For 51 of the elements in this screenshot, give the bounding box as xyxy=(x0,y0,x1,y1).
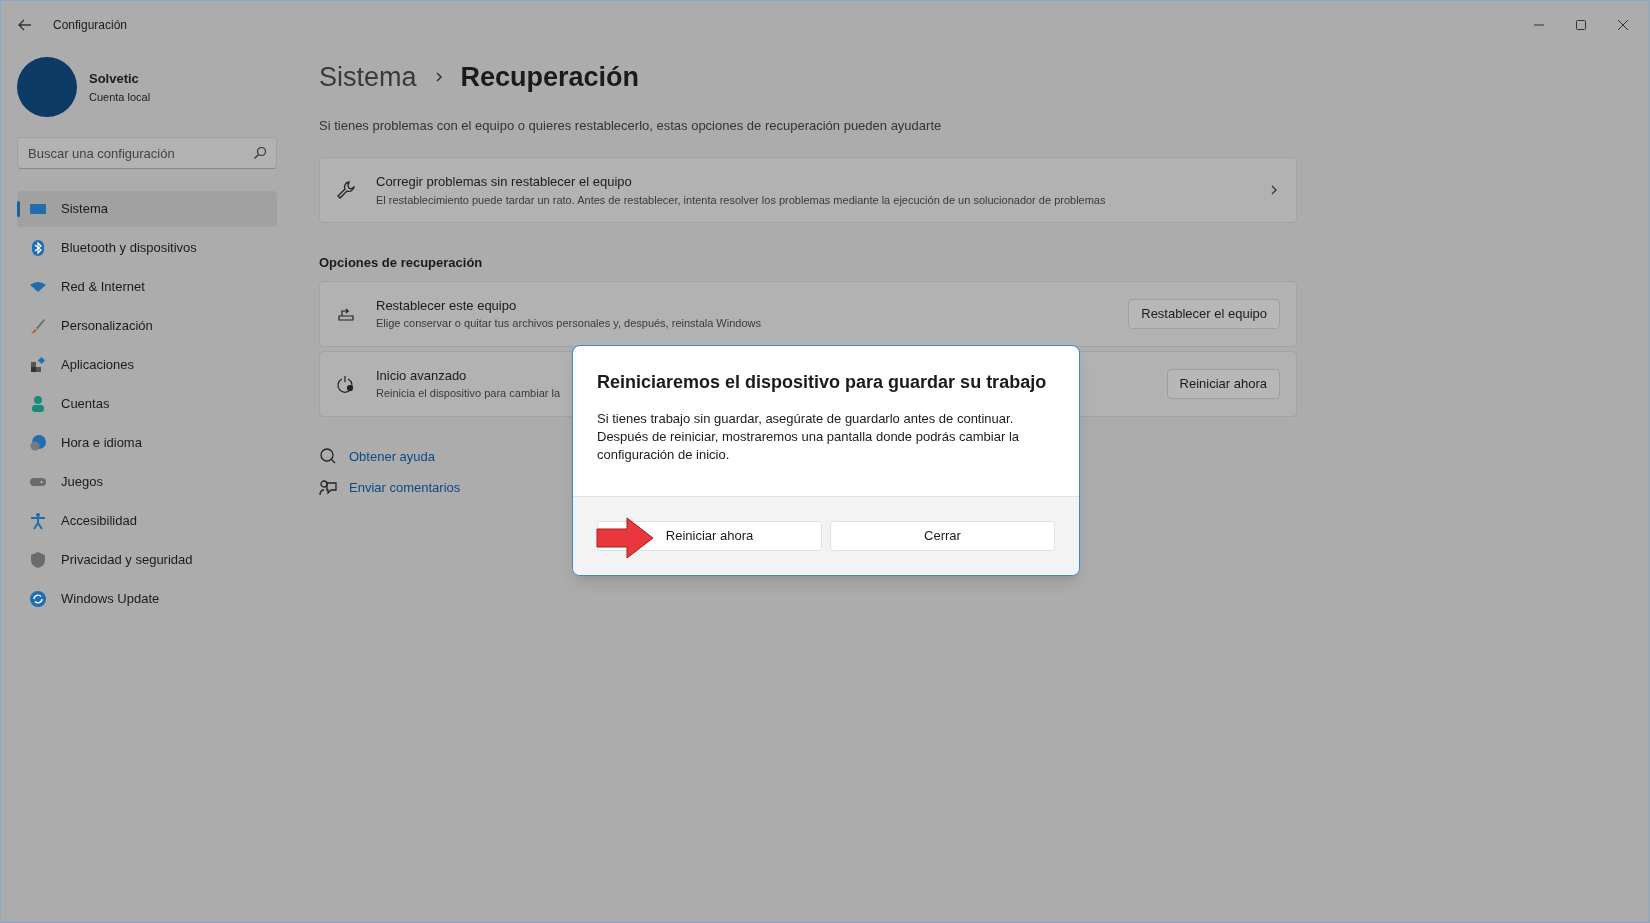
window-title: Configuración xyxy=(53,17,128,34)
bluetooth-icon xyxy=(29,239,47,257)
sidebar-item[interactable]: Juegos xyxy=(17,464,277,500)
option-subtitle: Reinicia el dispositivo para cambiar la xyxy=(376,386,561,401)
help-link[interactable]: Enviar comentarios xyxy=(349,478,461,498)
sidebar-item[interactable]: Hora e idioma xyxy=(17,425,277,461)
sidebar-item[interactable]: Bluetooth y dispositivos xyxy=(17,230,277,266)
help-link[interactable]: Obtener ayuda xyxy=(349,446,435,466)
account-type: Cuenta local xyxy=(89,89,151,105)
section-title: Opciones de recuperación xyxy=(319,254,484,272)
maximize-icon[interactable] xyxy=(1575,19,1587,31)
person-icon xyxy=(29,395,47,413)
search-icon xyxy=(253,146,267,160)
card-title: Corregir problemas sin restablecer el equipo xyxy=(376,173,633,191)
account-name: Solvetic xyxy=(89,70,140,88)
sidebar-item[interactable]: Accesibilidad xyxy=(17,503,277,539)
dialog-body: Si tienes trabajo sin guardar, asegúrate de guardarlo antes de continuar. Después de reiniciar, mostraremos una pantalla donde podrás cambiar la configuración de inicio. xyxy=(597,410,1020,464)
shield-icon xyxy=(29,551,47,569)
globe-clock-icon xyxy=(29,434,47,452)
fix-problems-card[interactable]: Corregir problemas sin restablecer el equipo El restablecimiento puede tardar un rato. Antes de restablecer, intenta resolver los problemas mediante la ejecución de un solucionador de problemas xyxy=(319,157,1297,223)
option-subtitle: Elige conservar o quitar tus archivos personales y, después, reinstala Windows xyxy=(376,316,761,331)
close-icon[interactable] xyxy=(1617,19,1629,31)
power-gear-icon xyxy=(336,373,356,394)
feedback-icon xyxy=(319,478,337,497)
help-icon xyxy=(319,447,337,466)
page-description: Si tienes problemas con el equipo o quieres restablecerlo, estas opciones de recuperación pueden ayudarte xyxy=(319,116,943,135)
page-title: Recuperación xyxy=(460,61,640,94)
sidebar-item[interactable]: Cuentas xyxy=(17,386,277,422)
sidebar-item[interactable]: Sistema xyxy=(17,191,277,227)
option-title: Inicio avanzado xyxy=(376,366,467,385)
dialog-title: Reiniciaremos el dispositivo para guardar su trabajo xyxy=(597,371,1048,394)
brush-icon xyxy=(29,317,47,335)
wrench-icon xyxy=(336,180,356,200)
option-button[interactable]: Reiniciar ahora xyxy=(1166,368,1280,399)
apps-icon xyxy=(29,356,47,374)
update-icon xyxy=(29,590,47,608)
sidebar-item[interactable]: Red & Internet xyxy=(17,269,277,305)
sidebar-item[interactable]: Windows Update xyxy=(17,581,277,617)
sidebar-item[interactable]: Privacidad y seguridad xyxy=(17,542,277,578)
avatar xyxy=(17,57,77,117)
dialog-button[interactable]: Cerrar xyxy=(830,521,1055,551)
option-button[interactable]: Restablecer el equipo xyxy=(1128,298,1280,329)
sidebar-item[interactable]: Personalización xyxy=(17,308,277,344)
back-icon[interactable] xyxy=(17,17,33,33)
arrow-annotation-icon xyxy=(596,516,654,560)
sidebar-item[interactable]: Aplicaciones xyxy=(17,347,277,383)
option-title: Restablecer este equipo xyxy=(376,296,517,315)
search-field[interactable]: Buscar una configuración xyxy=(17,137,277,169)
accessibility-icon xyxy=(29,512,47,530)
card-subtitle: El restablecimiento puede tardar un rato. Antes de restablecer, intenta resolver los problemas mediante la ejecución de un solucionador de problemas xyxy=(376,192,1107,208)
breadcrumb-parent[interactable]: Sistema xyxy=(319,57,417,98)
